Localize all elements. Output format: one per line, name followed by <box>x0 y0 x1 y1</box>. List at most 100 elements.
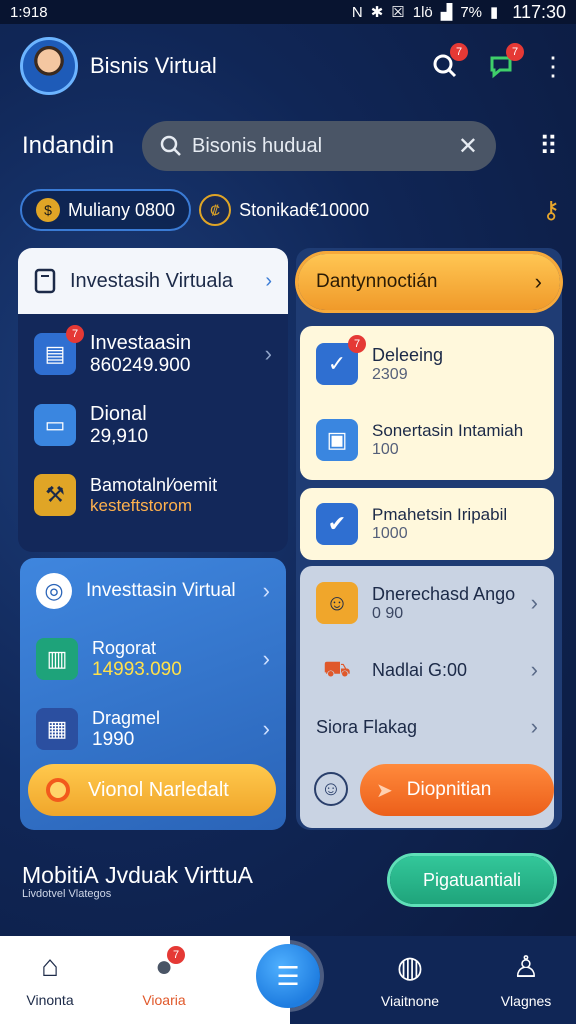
nav-item-globe[interactable]: ◍ Viaitnone <box>362 950 458 1009</box>
more-menu-icon[interactable]: ⋮ <box>540 51 566 82</box>
globe-icon: ◍ <box>396 951 424 984</box>
item-title: Investaasin <box>90 331 192 354</box>
section-label: Indandin <box>22 132 115 159</box>
primary-action-label: Vionol Narledalt <box>88 778 229 801</box>
app-title: Bisnis Virtual <box>90 53 217 78</box>
briefcase-icon: ▣ <box>316 419 358 461</box>
status-left: 1:918 <box>10 3 48 21</box>
signal-icon: ▟ <box>440 4 453 21</box>
item-badge: 7 <box>348 335 366 353</box>
list-item[interactable]: ▦ Dragmel 1990 › <box>20 694 286 764</box>
notification-badge: 7 <box>450 43 468 61</box>
chip-stock[interactable]: ₡ Stonikad€10000 <box>197 189 383 231</box>
orange-header-label: Dantynnoctián <box>316 271 438 292</box>
grid-menu-icon[interactable]: ⠿ <box>539 131 558 162</box>
person-icon: ♙ <box>512 951 540 984</box>
clock-check-icon: ✓ 7 <box>316 335 366 385</box>
notification-button[interactable]: 7 <box>428 43 468 83</box>
user-icon: ● 7 <box>155 946 186 984</box>
chevron-right-icon: › <box>264 341 272 366</box>
balance-chips: $ Muliany 0800 ₡ Stonikad€10000 ⚷ <box>20 188 560 232</box>
chevron-right-icon: › <box>530 657 538 682</box>
orange-header-button[interactable]: Dantynnoctián › <box>298 254 560 310</box>
virtual-investment-panel: ◎ Investtasin Virtual › ▥ Rogorat 14993.… <box>20 558 286 830</box>
list-item[interactable]: ⚒ Bamotalnl⁄oemit kesteftstorom <box>18 460 288 530</box>
item-value: 14993.090 <box>92 658 182 680</box>
item-title: Dnerechasd Ango <box>372 583 516 604</box>
home-icon: ⌂ <box>40 950 60 983</box>
chevron-right-icon: › <box>265 269 272 292</box>
battery-icon: ▮ <box>490 4 499 21</box>
status-time: 117:30 <box>512 1 566 22</box>
chevron-right-icon: › <box>530 714 538 739</box>
chevron-right-icon: › <box>262 646 270 671</box>
search-input[interactable] <box>192 134 442 158</box>
item-title: Dional <box>90 402 147 425</box>
nav-item-account[interactable]: ♙ Vlagnes <box>478 950 574 1009</box>
footer-button[interactable]: Pigatuantiali <box>390 856 554 904</box>
item-title: Sonertasin Intamiah <box>372 421 524 440</box>
list-icon: ☰ <box>276 960 300 991</box>
search-row: Indandin ✕ ⠿ <box>22 120 558 172</box>
list-item[interactable]: Siora Flakag › <box>300 700 554 754</box>
item-title: Rogorat <box>92 637 157 658</box>
item-value: 100 <box>372 441 399 458</box>
list-item[interactable]: ✔ Pmahetsin Iripabil 1000 <box>300 488 554 560</box>
list-item[interactable]: ▤ 7 Investaasin 860249.900 › <box>18 318 288 390</box>
footer-subtitle: Livdotvel Vlategos <box>22 888 112 900</box>
item-title: Bamotalnl⁄oemit <box>90 474 218 495</box>
clear-icon[interactable]: ✕ <box>458 132 478 161</box>
chevron-right-icon: › <box>262 578 270 603</box>
header-actions: 7 7 ⋮ <box>428 43 566 83</box>
list-item[interactable]: ▣ Sonertasin Intamiah 100 <box>300 402 554 478</box>
chevron-right-icon: › <box>534 269 542 294</box>
panel-header[interactable]: ◎ Investtasin Virtual › <box>20 558 286 624</box>
item-value: 0 90 <box>372 604 404 622</box>
wallet-icon: $ <box>36 198 60 222</box>
cream-card: ✓ 7 Deleeing 2309 ▣ Sonertasin Intamiah … <box>300 326 554 480</box>
search-bar[interactable]: ✕ <box>142 121 496 171</box>
list-item[interactable]: ☺ Dnerechasd Ango 0 90 › <box>300 566 554 640</box>
secondary-action-button[interactable]: ➤ Diopnitian <box>360 764 554 816</box>
investment-card: Investasih Virtuala › ▤ 7 Investaasin 86… <box>18 248 288 552</box>
chip-balance[interactable]: $ Muliany 0800 <box>20 189 192 231</box>
list-item[interactable]: ▭ Dional 29,910 <box>18 390 288 460</box>
nav-label: Viaitnone <box>380 993 440 1009</box>
list-item[interactable]: ⛟ Nadlai G:00 › <box>300 640 554 700</box>
search-icon <box>160 135 181 156</box>
item-title: Pmahetsin Iripabil <box>372 505 508 524</box>
nfc-icon: N <box>351 3 363 21</box>
item-value: 1000 <box>372 525 408 542</box>
item-value: 2309 <box>372 365 408 383</box>
chat-badge: 7 <box>506 43 524 61</box>
options-panel: ☺ Dnerechasd Ango 0 90 › ⛟ Nadlai G:00 ›… <box>300 566 554 828</box>
cream-card[interactable]: ✔ Pmahetsin Iripabil 1000 <box>300 488 554 560</box>
nav-item-home[interactable]: ⌂ Vinonta <box>2 950 98 1008</box>
item-title: Deleeing <box>372 344 444 365</box>
computer-icon: ▭ <box>34 404 76 446</box>
investment-card-title: Investasih Virtuala <box>70 269 234 292</box>
bluetooth-icon: ✱ <box>370 4 384 21</box>
investment-card-header[interactable]: Investasih Virtuala › <box>18 248 288 314</box>
avatar[interactable] <box>20 37 78 95</box>
item-badge: 7 <box>66 325 84 343</box>
nav-label: Vlagnes <box>500 993 552 1009</box>
key-icon[interactable]: ⚷ <box>542 196 560 225</box>
list-item[interactable]: ✓ 7 Deleeing 2309 <box>300 326 554 402</box>
compass-icon: ◎ <box>36 573 72 609</box>
primary-action-button[interactable]: Vionol Narledalt <box>28 764 276 816</box>
nav-label: Vinonta <box>26 992 74 1008</box>
smile-box-icon: ☺ <box>316 582 358 624</box>
coin-icon: ₡ <box>199 194 232 226</box>
item-title: Siora Flakag <box>316 716 418 737</box>
books-icon: ▥ <box>36 638 78 680</box>
item-value: 1990 <box>92 728 135 750</box>
menu-fab[interactable]: ☰ <box>256 944 320 1008</box>
arrow-icon: ➤ <box>376 779 393 802</box>
emoji-icon[interactable]: ☺ <box>314 772 348 806</box>
nav-item-profile[interactable]: ● 7 Vioaria <box>116 946 212 1008</box>
chip-stock-label: Stonikad€10000 <box>239 199 370 220</box>
chat-button[interactable]: 7 <box>484 43 524 83</box>
item-value: kesteftstorom <box>90 495 193 515</box>
list-item[interactable]: ▥ Rogorat 14993.090 › <box>20 624 286 694</box>
